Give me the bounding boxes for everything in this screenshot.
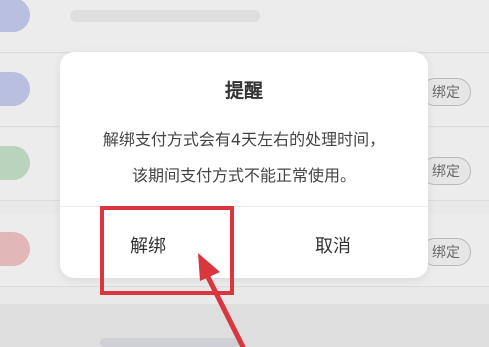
cancel-button[interactable]: 取消 (315, 232, 351, 258)
annotation-highlight-box (100, 206, 234, 295)
payment-icon (0, 232, 30, 266)
bind-button[interactable]: 绑定 (421, 238, 471, 266)
bind-button[interactable]: 绑定 (421, 78, 471, 106)
payment-icon (0, 72, 30, 106)
bind-button[interactable]: 绑定 (421, 157, 471, 185)
dialog-message-line2: 该期间支付方式不能正常使用。 (131, 166, 356, 185)
list-item (0, 0, 489, 53)
dialog-message-line1: 解绑支付方式会有4天左右的处理时间， (102, 130, 386, 149)
payment-icon (0, 0, 30, 32)
payment-icon (0, 146, 30, 180)
dialog-title: 提醒 (224, 80, 263, 102)
